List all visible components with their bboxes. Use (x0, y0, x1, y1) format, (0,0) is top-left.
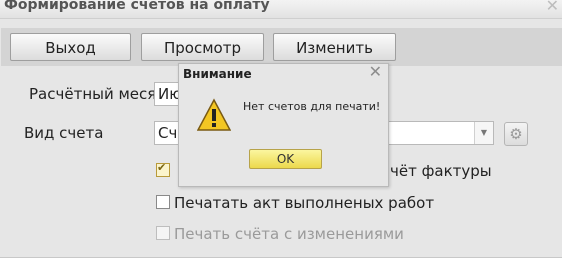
print-invoice-checkbox[interactable] (156, 161, 170, 177)
gear-icon[interactable]: ⚙ (504, 122, 528, 146)
print-act-row[interactable]: Печатать акт выполненых работ (156, 194, 434, 212)
account-type-value: Сч (158, 124, 178, 142)
toolbar: Выход Просмотр Изменить (1, 28, 562, 66)
edit-button[interactable]: Изменить (273, 33, 396, 61)
print-act-checkbox[interactable] (156, 195, 170, 209)
preview-button[interactable]: Просмотр (141, 33, 264, 61)
dialog-message: Нет счетов для печати! (243, 100, 381, 113)
print-changed-checkbox (156, 226, 170, 240)
print-act-label: Печатать акт выполненых работ (174, 194, 435, 212)
chevron-down-icon[interactable]: ▼ (474, 122, 493, 144)
window-titlebar: Формирование счетов на оплату ✕ (0, 0, 562, 19)
close-icon[interactable]: ✕ (369, 62, 382, 81)
print-invoice-checkbox-row[interactable] (156, 161, 174, 180)
print-changed-row: Печать счёта с изменениями (156, 225, 404, 243)
ok-button[interactable]: OK (249, 149, 322, 169)
print-changed-label: Печать счёта с изменениями (174, 225, 404, 243)
invoice-form-window: Формирование счетов на оплату ✕ Выход Пр… (0, 0, 562, 258)
warning-icon (197, 98, 231, 131)
account-type-label: Вид счета (24, 124, 104, 142)
window-title: Формирование счетов на оплату (4, 0, 270, 13)
dialog-title: Внимание (183, 67, 252, 81)
month-label: Расчётный месяц (29, 85, 167, 103)
close-icon[interactable]: ✕ (546, 0, 559, 15)
print-invoice-label: чёт фактуры (390, 162, 492, 180)
exit-button[interactable]: Выход (10, 33, 131, 61)
warning-dialog: Внимание ✕ Нет счетов для печати! OK (178, 62, 389, 187)
